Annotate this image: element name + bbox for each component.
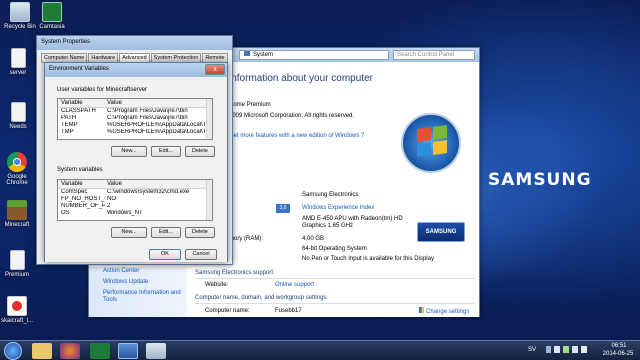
clock-time[interactable]: 06:51 (604, 343, 634, 349)
performance-link[interactable]: Performance Information and Tools (103, 290, 183, 304)
control-panel-taskbar-icon[interactable] (118, 343, 138, 359)
camtasia-icon (42, 2, 62, 22)
edition-text: Home Premium (229, 102, 271, 108)
language-indicator[interactable]: SV (528, 347, 536, 353)
col-variable[interactable]: Variable (58, 99, 105, 107)
table-row[interactable]: TEMP %USERPROFILE%\AppData\Local\Temp (58, 122, 212, 129)
col-value[interactable]: Value (105, 99, 212, 107)
processor-value: AMD E-450 APU with Radeon(tm) HD Graphic… (302, 216, 403, 229)
wei-link[interactable]: Windows Experience Index (302, 205, 374, 211)
tray-arrow-icon[interactable] (546, 346, 551, 353)
camtasia-taskbar-icon[interactable] (90, 343, 110, 359)
shield-icon (419, 307, 424, 313)
close-button[interactable]: x (205, 64, 225, 75)
table-row[interactable]: TMP %USERPROFILE%\AppData\Local\Temp (58, 129, 212, 136)
computer-name-label: Computer name: (205, 308, 250, 314)
environment-variables-dialog: Environment Variables x User variables f… (44, 62, 228, 262)
taskbar: SV 06:51 2014-06-25 (0, 340, 640, 360)
system-delete-button[interactable]: Delete (185, 227, 215, 238)
online-support-link[interactable]: Online support (275, 282, 314, 288)
upgrade-link[interactable]: Get more features with a new edition of … (229, 133, 364, 139)
system-vars-table[interactable]: Variable Value ComSpec C:\windows\system32… (57, 179, 213, 221)
file-icon (10, 102, 26, 122)
wei-badge-icon: 3,0 (276, 204, 290, 213)
scrollbar[interactable] (206, 180, 212, 220)
windows-logo-icon (401, 113, 461, 173)
desktop-icon-minecraft[interactable]: Minecraft (0, 200, 37, 228)
volume-icon[interactable] (572, 346, 578, 353)
computer-icon (244, 51, 250, 56)
wallpaper-brand: SAMSUNG (488, 170, 592, 190)
table-row[interactable]: ComSpec C:\windows\system32\cmd.exe (58, 189, 212, 196)
file-icon (10, 48, 26, 68)
battery-icon[interactable] (563, 346, 569, 353)
table-row[interactable]: OS Windows_NT (58, 210, 212, 217)
system-vars-heading: System variables (57, 167, 103, 173)
system-type-value: 64-bit Operating System (302, 246, 367, 252)
action-center-link[interactable]: Action Center (103, 268, 139, 274)
firefox-taskbar-icon[interactable] (60, 343, 80, 359)
desktop-icon-server[interactable]: server (0, 48, 38, 76)
windows-update-link[interactable]: Windows Update (103, 279, 148, 285)
system-edit-button[interactable]: Edit... (151, 227, 181, 238)
website-label: Website: (205, 282, 229, 288)
env-dialog-titlebar[interactable]: Environment Variables x (45, 63, 227, 77)
ok-button[interactable]: OK (149, 249, 181, 260)
network-icon[interactable] (554, 346, 560, 353)
cancel-button[interactable]: Cancel (185, 249, 217, 260)
desktop-icon-needs[interactable]: Needs (0, 102, 38, 130)
chrome-icon (7, 152, 27, 172)
desktop-icon-chrome[interactable]: Google Chrome (0, 152, 37, 186)
manufacturer-value: Samsung Electronics (302, 192, 359, 198)
minecraft-icon (7, 200, 27, 220)
memory-value: 4,00 GB (302, 236, 325, 242)
support-heading: Samsung Electronics support (195, 270, 274, 276)
java-icon (7, 296, 27, 316)
desktop-icon-premium[interactable]: Premium (0, 250, 37, 278)
computer-name-heading: Computer name, domain, and workgroup set… (195, 295, 327, 301)
env-dialog-body: User variables for Minecraftserver Varia… (45, 77, 227, 262)
flag-icon[interactable] (581, 346, 587, 353)
table-row[interactable]: PATH C:\Program Files\Java\jre7\bin (58, 115, 212, 122)
pen-touch-value: No Pen or Touch Input is available for t… (302, 256, 434, 262)
page-title: information about your computer (229, 73, 373, 84)
desktop-icon-skaicraft[interactable]: skaicraft_l... (0, 296, 37, 324)
samsung-logo: SAMSUNG (417, 222, 465, 242)
breadcrumb[interactable]: System (239, 50, 389, 60)
change-settings-link[interactable]: Change settings (419, 307, 469, 315)
desktop-icon-camtasia[interactable]: Camtasia (32, 2, 72, 30)
see-also-pane: Action Center Windows Update Performance… (89, 267, 187, 317)
col-value[interactable]: Value (105, 180, 212, 188)
user-new-button[interactable]: New... (111, 146, 147, 157)
user-edit-button[interactable]: Edit... (151, 146, 181, 157)
user-vars-heading: User variables for Minecraftserver (57, 87, 148, 93)
system-properties-taskbar-icon[interactable] (146, 343, 166, 359)
divider (195, 303, 475, 304)
clock-date[interactable]: 2014-06-25 (600, 351, 636, 357)
search-input[interactable]: Search Control Panel (393, 50, 475, 60)
table-row[interactable]: CLASSPATH C:\Program Files\Java\jre7\bin (58, 108, 212, 115)
computer-name-value: Fusebb17 (275, 308, 302, 314)
system-properties-titlebar[interactable]: System Properties (37, 36, 232, 50)
system-tray (546, 346, 587, 353)
close-icon: x (213, 66, 217, 73)
recycle-bin-icon (10, 2, 30, 22)
system-new-button[interactable]: New... (111, 227, 147, 238)
user-vars-table[interactable]: Variable Value CLASSPATH C:\Program Files\… (57, 98, 213, 140)
explorer-taskbar-icon[interactable] (32, 343, 52, 359)
table-row[interactable]: FP_NO_HOST_C...NO (58, 196, 212, 203)
scrollbar[interactable] (206, 99, 212, 139)
dialog-title: Environment Variables (49, 66, 109, 72)
memory-label: mory (RAM): (229, 236, 263, 242)
desktop: SAMSUNG Recycle Bin Camtasia server Need… (0, 0, 640, 360)
table-row[interactable]: NUMBER_OF_P...2 (58, 203, 212, 210)
start-button[interactable] (4, 342, 22, 360)
copyright-text: 2009 Microsoft Corporation. All rights r… (229, 113, 355, 119)
file-icon (9, 250, 25, 270)
col-variable[interactable]: Variable (58, 180, 105, 188)
divider (195, 278, 475, 279)
user-delete-button[interactable]: Delete (185, 146, 215, 157)
